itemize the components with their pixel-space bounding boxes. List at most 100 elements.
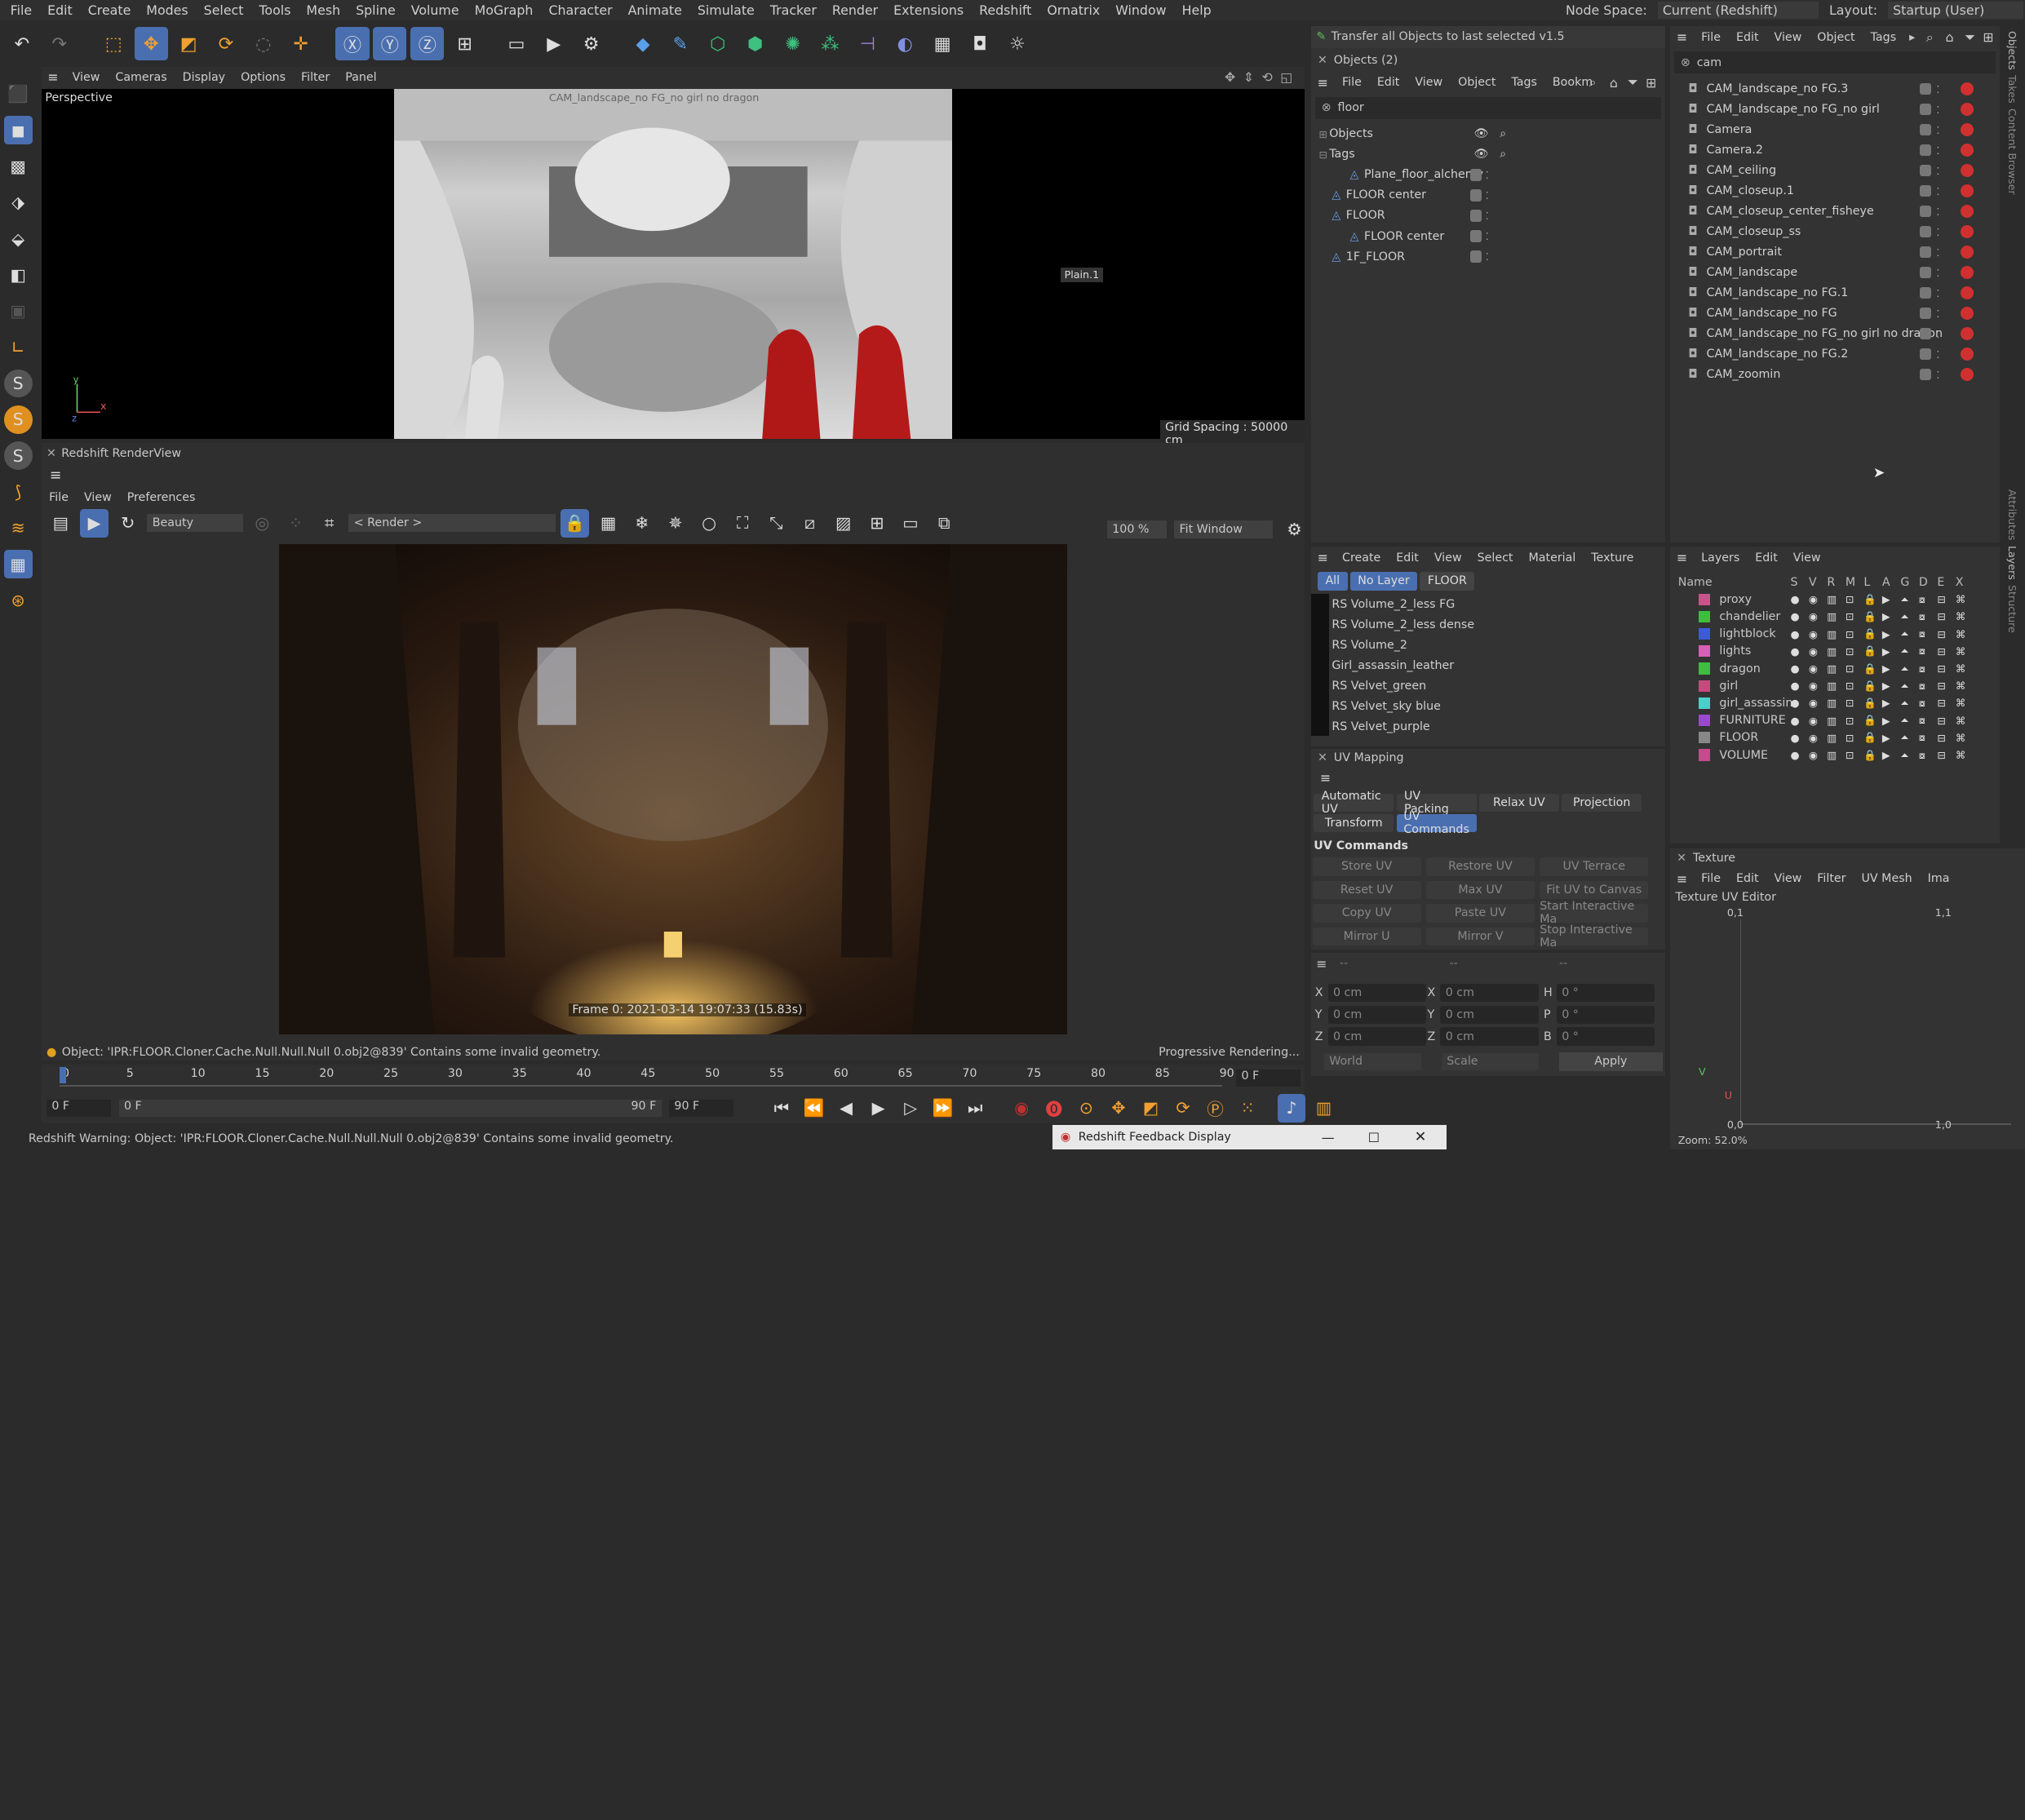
material-filter-all[interactable]: All [1317, 572, 1348, 591]
layer-toggle-icon[interactable]: ▶ [1882, 628, 1890, 640]
layer-toggle-icon[interactable]: 🔒 [1863, 610, 1877, 623]
key-rotation-icon[interactable]: ⟳ [1169, 1094, 1198, 1123]
axis-icon[interactable]: ∟ [4, 333, 33, 361]
layer-toggle-icon[interactable]: ⌘ [1956, 697, 1966, 709]
material-row[interactable]: RS Volume_2_less FG [1329, 594, 1665, 614]
layer-toggle-icon[interactable]: ⧇ [1919, 731, 1925, 744]
field-icon[interactable]: ◐ [888, 27, 922, 60]
uv-restore-uv-button[interactable]: Restore UV [1425, 857, 1535, 876]
layer-color-swatch[interactable] [1919, 144, 1931, 157]
layer-color-swatch[interactable] [1919, 226, 1931, 238]
layer-toggle-icon[interactable]: ⌘ [1956, 610, 1966, 622]
coord-value-field[interactable]: 0 ° [1556, 1027, 1655, 1046]
layer-toggle-icon[interactable]: ● [1790, 680, 1799, 692]
render-settings-icon[interactable]: ⚙ [574, 27, 608, 60]
layer-row[interactable]: lightblock ● ◉ ▥ ⊡ 🔒 ▶ ⏶ ⧇ ⊟ ⌘ [1670, 626, 2000, 643]
layer-color-swatch[interactable] [1919, 184, 1931, 197]
redshift-tag-icon[interactable] [1961, 307, 1974, 321]
hamburger-icon[interactable]: ≡ [1670, 869, 1693, 889]
grid-icon[interactable]: ⁘ [281, 509, 310, 538]
viewport-canvas[interactable]: Perspective CAM_landscape_no FG_no girl … [41, 89, 1305, 449]
hamburger-icon[interactable]: ≡ [42, 67, 64, 87]
guide-icon[interactable]: ⊛ [4, 587, 33, 615]
camera-row[interactable]: ◘ CAM_closeup.1 ⁚ [1670, 181, 2000, 201]
layer-toggle-icon[interactable]: 🔒 [1863, 697, 1877, 710]
menu-spline[interactable]: Spline [348, 2, 404, 18]
layer-color-swatch[interactable] [1919, 164, 1931, 177]
layer-toggle-icon[interactable]: 🔒 [1863, 680, 1877, 693]
go-to-end-icon[interactable]: ⏭ [961, 1094, 990, 1123]
visibility-icon[interactable]: 👁 [1474, 127, 1489, 140]
redshift-tag-icon[interactable] [1961, 246, 1974, 259]
keyframe-selection-icon[interactable]: ⊙ [1072, 1094, 1101, 1123]
menu-view[interactable]: View [1785, 551, 1828, 565]
layer-toggle-icon[interactable]: ▶ [1882, 610, 1890, 622]
layer-toggle-icon[interactable]: ⌘ [1956, 749, 1966, 761]
snap-icon[interactable]: S [3, 369, 33, 398]
coord-value-field[interactable]: 0 ° [1556, 983, 1655, 1002]
menu-layers[interactable]: Layers [1694, 551, 1748, 565]
redshift-tag-icon[interactable] [1961, 205, 1974, 219]
mograph-icon[interactable]: ⁂ [813, 27, 847, 60]
layer-toggle-icon[interactable]: ▶ [1882, 662, 1890, 675]
close-icon[interactable]: ✕ [1318, 54, 1327, 67]
next-frame-icon[interactable]: ▷ [897, 1094, 925, 1123]
menu-animate[interactable]: Animate [620, 2, 689, 18]
dolly-icon[interactable]: ⇕ [1243, 69, 1254, 85]
layer-toggle-icon[interactable]: ◉ [1809, 680, 1818, 692]
lock-icon[interactable]: 🔒 [561, 508, 589, 538]
visibility-dots-icon[interactable]: ⁚ [1486, 250, 1489, 263]
uv-store-uv-button[interactable]: Store UV [1312, 857, 1421, 876]
search-icon[interactable]: ⌕ [1926, 29, 1934, 46]
object-row[interactable]: ◬ Plane_floor_alchemy ⁚ [1311, 165, 1665, 185]
menu-mesh[interactable]: Mesh [299, 2, 348, 18]
uv-fit-uv-to-canvas-button[interactable]: Fit UV to Canvas [1540, 880, 1649, 900]
layer-toggle-icon[interactable]: ⌘ [1956, 593, 1966, 605]
uv-tab-transform[interactable]: Transform [1314, 814, 1394, 833]
layer-toggle-icon[interactable]: ⧇ [1919, 644, 1925, 658]
layer-toggle-icon[interactable]: ◉ [1809, 610, 1818, 622]
clear-search-icon[interactable]: ⊗ [1681, 56, 1690, 69]
uv-uv-terrace-button[interactable]: UV Terrace [1540, 857, 1649, 876]
menu-tools[interactable]: Tools [251, 2, 299, 18]
play-ipr-icon[interactable]: ▶ [80, 508, 109, 538]
group-tags[interactable]: Tags [1329, 148, 1355, 161]
layer-toggle-icon[interactable]: ▥ [1827, 593, 1837, 605]
y-axis-icon[interactable]: Ⓨ [373, 27, 407, 61]
layer-toggle-icon[interactable]: ⊡ [1846, 628, 1854, 640]
camera-row[interactable]: ◘ CAM_zoomin ⁚ [1670, 365, 2000, 385]
layer-toggle-icon[interactable]: ▥ [1827, 715, 1837, 727]
compare-icon[interactable]: ⧄ [795, 509, 824, 538]
add-snapshot-icon[interactable]: ⊞ [862, 509, 891, 538]
material-row[interactable]: RS Velvet_purple [1329, 716, 1665, 737]
layer-toggle-icon[interactable]: ⏶ [1900, 610, 1908, 623]
layer-row[interactable]: FURNITURE ● ◉ ▥ ⊡ 🔒 ▶ ⏶ ⧇ ⊟ ⌘ [1670, 712, 2000, 729]
uv-mirror-u-button[interactable]: Mirror U [1312, 927, 1421, 946]
layer-color-swatch[interactable] [1919, 206, 1931, 218]
magnet-icon[interactable]: ⟆ [4, 478, 33, 507]
redshift-tag-icon[interactable] [1961, 225, 1974, 239]
layer-column-a[interactable]: A [1882, 576, 1890, 589]
layer-toggle-icon[interactable]: 🔒 [1863, 731, 1877, 744]
layer-toggle-icon[interactable]: ◉ [1809, 715, 1818, 727]
search-icon[interactable]: ⌕ [1500, 127, 1506, 140]
menu-cameras[interactable]: Cameras [108, 71, 175, 84]
layer-row[interactable]: FLOOR ● ◉ ▥ ⊡ 🔒 ▶ ⏶ ⧇ ⊟ ⌘ [1670, 729, 2000, 746]
layer-column-r[interactable]: R [1827, 576, 1835, 589]
uv-tab-projection[interactable]: Projection [1562, 793, 1642, 813]
maximize-icon[interactable]: ◱ [1280, 69, 1292, 85]
menu-volume[interactable]: Volume [403, 2, 467, 18]
layer-color-swatch[interactable] [1919, 369, 1931, 381]
menu-help[interactable]: Help [1174, 2, 1219, 18]
visibility-dots-icon[interactable]: ⁚ [1936, 206, 1939, 218]
camera-row[interactable]: ◘ CAM_ceiling ⁚ [1670, 161, 2000, 181]
snap-settings-icon[interactable]: S [3, 405, 33, 434]
hamburger-icon[interactable]: ≡ [1670, 547, 1693, 568]
coord-value-field[interactable]: 0 cm [1327, 1027, 1426, 1046]
layer-color-swatch[interactable] [1919, 103, 1931, 116]
layer-color-swatch[interactable] [1699, 715, 1711, 727]
record-icon[interactable]: ◉ [1008, 1094, 1036, 1123]
layer-toggle-icon[interactable]: ⊟ [1937, 680, 1946, 692]
layer-toggle-icon[interactable]: ⊡ [1846, 645, 1854, 658]
hamburger-icon[interactable]: ≡ [1311, 73, 1334, 93]
